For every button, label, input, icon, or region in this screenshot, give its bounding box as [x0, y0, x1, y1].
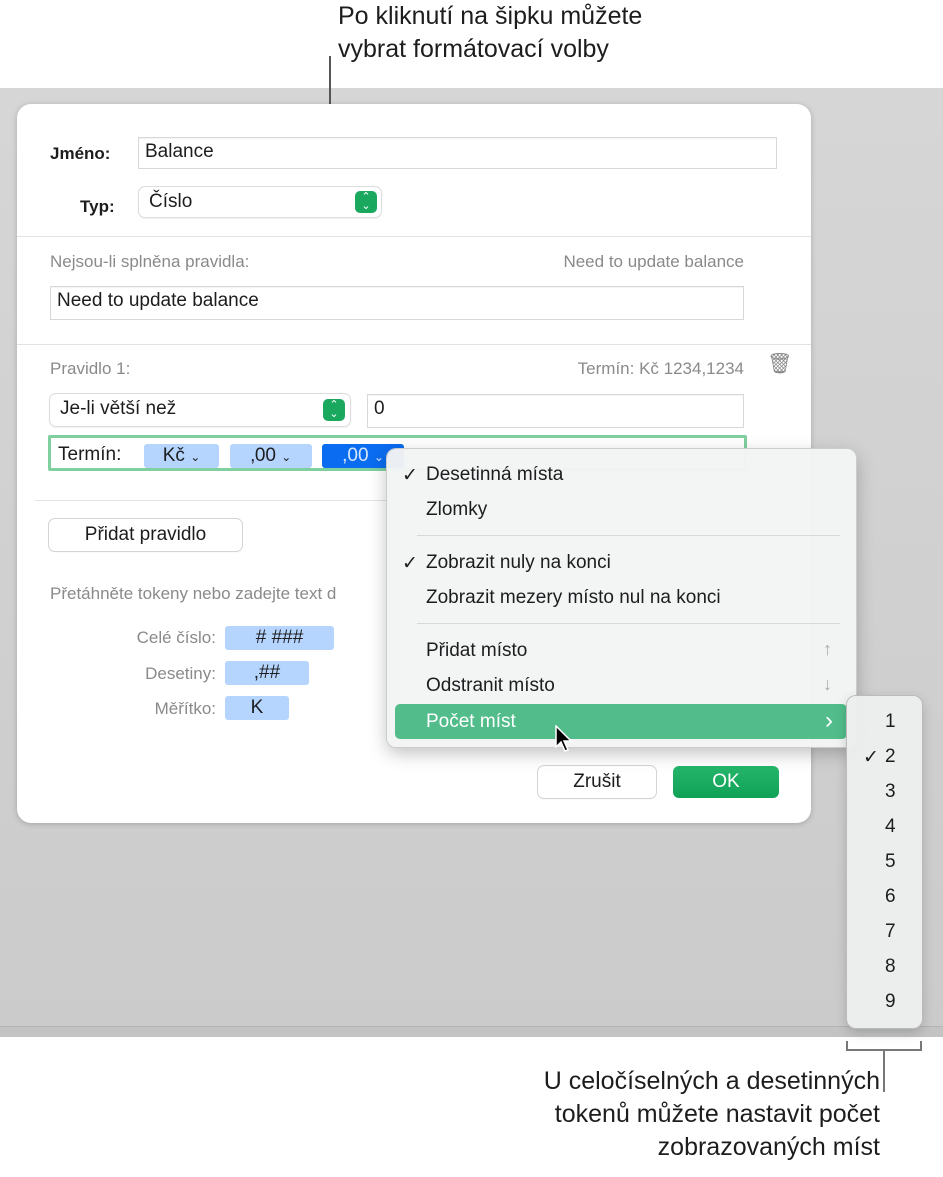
hint-text: Přetáhněte tokeny nebo zadejte text d: [50, 584, 337, 603]
integer-token[interactable]: ‚00 ⌄: [230, 444, 312, 468]
submenu-item[interactable]: 3: [885, 781, 896, 803]
name-label: Jméno:: [50, 144, 111, 163]
add-rule-button[interactable]: Přidat pravidlo: [49, 519, 242, 551]
divider: [17, 236, 811, 237]
callout-leader: [883, 1050, 885, 1092]
name-input[interactable]: Balance: [138, 137, 777, 169]
decimal-format-token[interactable]: ,##: [225, 661, 309, 685]
unmet-preview: Need to update balance: [563, 252, 744, 271]
check-icon: ✓: [863, 747, 879, 768]
callout-line: tokenů můžete nastavit počet: [554, 1100, 880, 1128]
menu-item-remove-place[interactable]: Odstranit místo: [426, 675, 555, 697]
arrow-up-icon: ↑: [823, 639, 832, 659]
chevron-down-icon: ⌄: [281, 450, 292, 464]
submenu-item[interactable]: 6: [885, 886, 896, 908]
chevron-down-icon: ⌄: [373, 450, 384, 464]
token-text: ‚00: [250, 445, 276, 466]
callout-line: U celočíselných a desetinných: [543, 1067, 880, 1095]
token-text: ,00: [342, 445, 369, 466]
token-text: Kč: [162, 445, 185, 466]
callout-line: Po kliknutí na šipku můžete: [338, 2, 643, 30]
menu-item-trailing-spaces[interactable]: Zobrazit mezery místo nul na konci: [426, 587, 721, 609]
stepper-icon: ⌃ ⌄: [355, 191, 377, 213]
place-count-submenu: ✓ 1 2 3 4 5 6 7 8 9: [847, 696, 922, 1028]
token-row-label: Desetiny:: [145, 664, 216, 683]
type-value: Číslo: [149, 191, 193, 212]
window-bottom-edge: [0, 1026, 943, 1037]
callout-line: zobrazovaných míst: [657, 1133, 880, 1161]
check-icon: ✓: [402, 465, 418, 486]
check-icon: ✓: [402, 553, 418, 574]
unmet-label: Nejsou-li splněna pravidla:: [50, 252, 250, 271]
menu-item-trailing-zeros[interactable]: Zobrazit nuly na konci: [426, 552, 611, 574]
callout-line: vybrat formátovací volby: [338, 35, 609, 63]
menu-item-decimal[interactable]: Desetinná místa: [426, 464, 563, 486]
chevron-down-icon: ⌄: [190, 450, 201, 464]
menu-item-fractions[interactable]: Zlomky: [426, 499, 487, 521]
submenu-item[interactable]: 8: [885, 956, 896, 978]
currency-token[interactable]: Kč ⌄: [144, 444, 219, 468]
ok-button[interactable]: OK: [673, 766, 779, 798]
menu-item-label: Počet míst: [426, 711, 516, 732]
callout-top: Po kliknutí na šipku můžete vybrat formá…: [338, 0, 642, 66]
cancel-button[interactable]: Zrušit: [538, 766, 656, 798]
trash-icon[interactable]: 🗑: [767, 351, 792, 376]
rule-preview: Termín: Kč 1234,1234: [577, 359, 744, 378]
menu-item-add-place[interactable]: Přidat místo: [426, 640, 527, 662]
format-menu: ✓ Desetinná místa Zlomky ✓ Zobrazit nuly…: [387, 449, 856, 752]
condition-popup[interactable]: Je-li větší než ⌃ ⌄: [50, 394, 350, 426]
term-label: Termín:: [58, 444, 122, 465]
rule-label: Pravidlo 1:: [50, 359, 131, 378]
token-row-label: Celé číslo:: [136, 628, 216, 647]
integer-format-token[interactable]: # ###: [225, 626, 334, 650]
callout-bottom: U celočíselných a desetinných tokenů můž…: [544, 1065, 880, 1164]
submenu-item[interactable]: 9: [885, 991, 896, 1013]
submenu-item[interactable]: 7: [885, 921, 896, 943]
mouse-cursor-icon: [555, 725, 573, 752]
type-popup[interactable]: Číslo ⌃ ⌄: [139, 187, 381, 217]
menu-item-place-count[interactable]: Počet míst ›: [395, 704, 847, 739]
condition-value-input[interactable]: 0: [367, 394, 744, 428]
unmet-input[interactable]: Need to update balance: [50, 286, 744, 320]
submenu-item[interactable]: 2: [885, 746, 896, 768]
submenu-item[interactable]: 1: [885, 711, 896, 733]
token-row-label: Měřítko:: [154, 699, 216, 718]
submenu-item[interactable]: 5: [885, 851, 896, 873]
stepper-icon: ⌃ ⌄: [323, 399, 345, 421]
scale-format-token[interactable]: K: [225, 696, 289, 720]
chevron-right-icon: ›: [825, 707, 833, 734]
condition-value: Je-li větší než: [60, 398, 177, 419]
divider: [17, 344, 811, 345]
menu-separator: [417, 535, 840, 536]
menu-separator: [417, 623, 840, 624]
arrow-down-icon: ↓: [823, 674, 832, 694]
submenu-item[interactable]: 4: [885, 816, 896, 838]
type-label: Typ:: [80, 197, 115, 216]
